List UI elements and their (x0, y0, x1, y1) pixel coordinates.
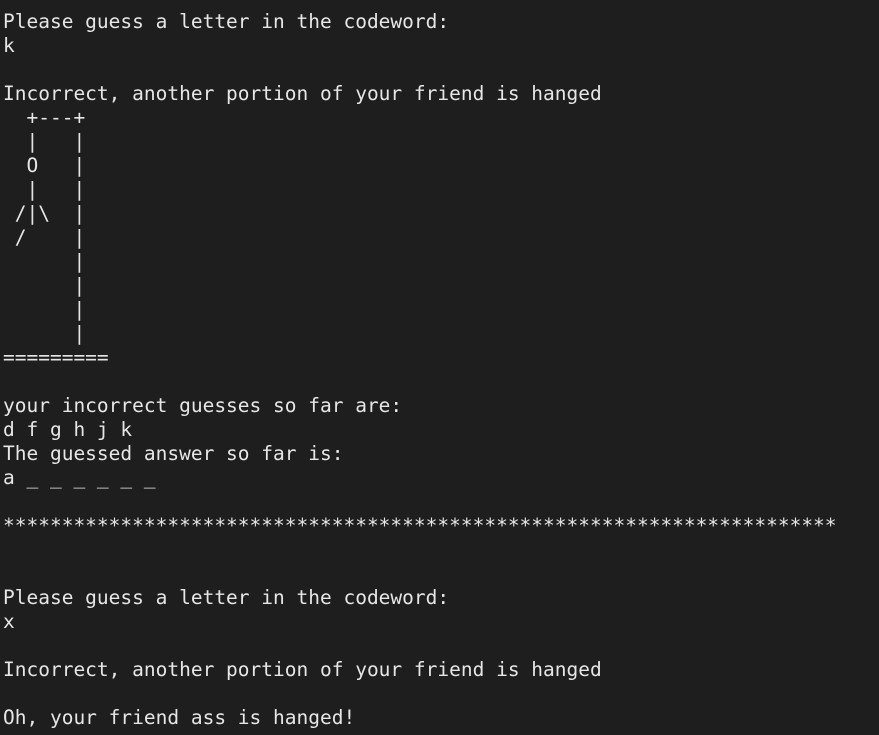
prompt-line: Please guess a letter in the codeword: (3, 586, 450, 609)
gallows-art-line: /|\ | (3, 202, 86, 225)
gallows-art-line: | (3, 250, 86, 273)
gallows-base-line: ========= (3, 346, 109, 369)
terminal-output: Please guess a letter in the codeword: k… (0, 0, 879, 735)
user-input-line: k (3, 34, 15, 57)
gallows-art-line: | (3, 298, 86, 321)
gallows-art-line: O | (3, 154, 86, 177)
result-message-line: Incorrect, another portion of your frien… (3, 82, 602, 105)
incorrect-guesses-label: your incorrect guesses so far are: (3, 394, 403, 417)
game-over-message: Oh, your friend ass is hanged! (3, 706, 356, 729)
result-message-line: Incorrect, another portion of your frien… (3, 658, 602, 681)
gallows-art-line: | (3, 322, 86, 345)
incorrect-guesses-value: d f g h j k (3, 418, 133, 441)
guessed-answer-value: a _ _ _ _ _ _ (3, 466, 156, 489)
separator-line: ****************************************… (3, 514, 837, 537)
gallows-art-line: | | (3, 130, 86, 153)
user-input-line: x (3, 610, 15, 633)
guessed-answer-label: The guessed answer so far is: (3, 442, 344, 465)
prompt-line: Please guess a letter in the codeword: (3, 10, 450, 33)
gallows-art-line: / | (3, 226, 86, 249)
gallows-art-line: | (3, 274, 86, 297)
gallows-art-line: +---+ (3, 106, 86, 129)
gallows-art-line: | | (3, 178, 86, 201)
